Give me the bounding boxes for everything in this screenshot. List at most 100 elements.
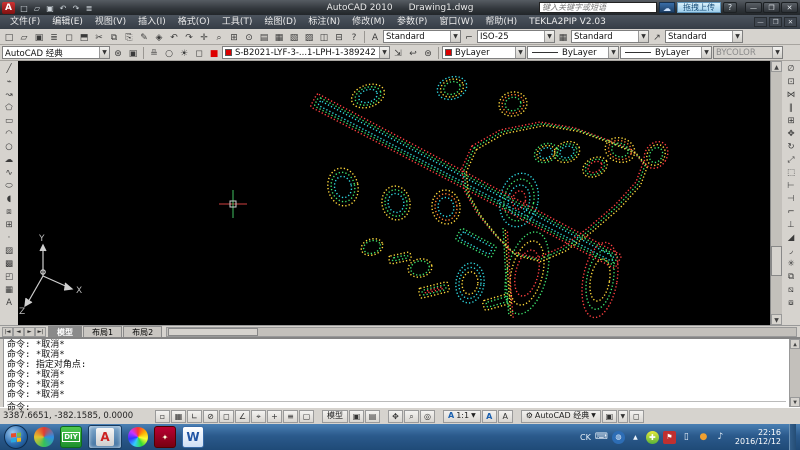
redo-icon[interactable]: ↷ [70, 2, 82, 14]
join-icon[interactable]: ⊥ [784, 218, 799, 231]
status-menu-icon[interactable]: ▼ [618, 410, 628, 423]
qp-toggle[interactable]: ▢ [299, 410, 314, 423]
paste-icon[interactable]: ⎘ [122, 30, 136, 44]
taskbar-autocad-button[interactable]: A [88, 425, 122, 449]
fillet-icon[interactable]: ◞ [784, 244, 799, 257]
layer-previous-icon[interactable]: ↩ [406, 46, 420, 60]
clean-screen-icon[interactable]: ◻ [629, 410, 644, 423]
zoom-icon[interactable]: ⌕ [404, 410, 419, 423]
menu-view[interactable]: 视图(V) [89, 15, 132, 29]
pan-icon[interactable]: ✛ [197, 30, 211, 44]
keyboard-icon[interactable]: ⌨ [595, 431, 608, 444]
hatch-icon[interactable]: ▨ [2, 244, 17, 257]
horizontal-scrollbar[interactable] [166, 327, 797, 337]
doc-minimize-button[interactable]: — [754, 17, 767, 27]
vscroll-track[interactable] [771, 72, 782, 314]
layout-icon[interactable]: ▣ [349, 410, 364, 423]
first-tab-icon[interactable]: |◄ [2, 327, 13, 337]
multiline-text-icon[interactable]: A [2, 296, 17, 309]
color-combo[interactable]: ByLayer▼ [442, 46, 526, 59]
menu-insert[interactable]: 插入(I) [132, 15, 172, 29]
save-icon[interactable]: ▣ [44, 2, 56, 14]
mleader-style-combo[interactable]: Standard▼ [665, 30, 743, 43]
toolbar-lock-icon[interactable]: ▣ [602, 410, 617, 423]
rotate-icon[interactable]: ↻ [784, 140, 799, 153]
scroll-up-icon[interactable]: ▲ [790, 339, 800, 349]
menu-window[interactable]: 窗口(W) [433, 15, 479, 29]
help-button[interactable]: ? [723, 2, 737, 13]
taskbar-red-app-icon[interactable]: ✦ [154, 426, 176, 448]
polyline-icon[interactable]: ↝ [2, 88, 17, 101]
erase-icon[interactable]: ∅ [784, 62, 799, 75]
plot-preview-icon[interactable]: ◻ [62, 30, 76, 44]
text-style-icon[interactable]: A [368, 30, 382, 44]
make-current-layer-icon[interactable]: ⇲ [391, 46, 405, 60]
layer-on-icon[interactable]: ○ [162, 46, 176, 60]
close-button[interactable]: ✕ [781, 2, 798, 13]
spline-icon[interactable]: ∿ [2, 166, 17, 179]
undo-icon[interactable]: ↶ [57, 2, 69, 14]
stretch-icon[interactable]: ⬚ [784, 166, 799, 179]
show-desktop-button[interactable] [789, 424, 796, 450]
open-icon[interactable]: ▱ [31, 2, 43, 14]
polygon-icon[interactable]: ⬠ [2, 101, 17, 114]
pan-icon[interactable]: ✥ [388, 410, 403, 423]
block-editor-icon[interactable]: ◈ [152, 30, 166, 44]
redo-icon[interactable]: ↷ [182, 30, 196, 44]
chevron-down-icon[interactable]: ▼ [515, 47, 525, 58]
markup-icon[interactable]: ◫ [317, 30, 331, 44]
revision-cloud-icon[interactable]: ☁ [2, 153, 17, 166]
dim-style-combo[interactable]: ISO-25▼ [477, 30, 555, 43]
start-button[interactable] [4, 425, 28, 449]
annotation-autoscale-icon[interactable]: A [498, 410, 513, 423]
linetype-combo[interactable]: ByLayer▼ [527, 46, 619, 59]
zoom-realtime-icon[interactable]: ⌕ [212, 30, 226, 44]
scroll-down-icon[interactable]: ▼ [771, 314, 782, 325]
publish-icon[interactable]: ⬒ [77, 30, 91, 44]
table-style-icon[interactable]: ▦ [556, 30, 570, 44]
security-shield-icon[interactable]: ✚ [646, 431, 659, 444]
last-tab-icon[interactable]: ►| [35, 327, 46, 337]
device-icon[interactable]: ▯ [680, 431, 693, 444]
taskbar-swirl-app-icon[interactable] [34, 427, 54, 447]
ellipse-icon[interactable]: ⬭ [2, 179, 17, 192]
taskbar-pinwheel-app-icon[interactable] [128, 427, 148, 447]
workspace-switch-button[interactable]: ⚙AutoCAD 经典▼ [521, 410, 601, 423]
chevron-down-icon[interactable]: ▼ [544, 31, 554, 42]
osnap-toggle[interactable]: ◻ [219, 410, 234, 423]
tab-layout1[interactable]: 布局1 [83, 326, 122, 337]
region-icon[interactable]: ◰ [2, 270, 17, 283]
menu-edit[interactable]: 编辑(E) [46, 15, 89, 29]
point-icon[interactable]: · [2, 231, 17, 244]
annotation-scale-button[interactable]: A1:1▼ [443, 410, 481, 423]
dim-style-icon[interactable]: ⌐ [462, 30, 476, 44]
menu-dimension[interactable]: 标注(N) [302, 15, 346, 29]
layer-properties-icon[interactable]: ≞ [147, 46, 161, 60]
chevron-down-icon[interactable]: ▼ [608, 47, 618, 58]
trim-icon[interactable]: ⊢ [784, 179, 799, 192]
plot-icon[interactable]: ≣ [47, 30, 61, 44]
help-icon[interactable]: ? [347, 30, 361, 44]
new-icon[interactable]: □ [18, 2, 30, 14]
cut-icon[interactable]: ✂ [92, 30, 106, 44]
prev-tab-icon[interactable]: ◄ [13, 327, 24, 337]
line-icon[interactable]: ╱ [2, 62, 17, 75]
minimize-button[interactable]: — [745, 2, 762, 13]
quickcalc-icon[interactable]: ⊟ [332, 30, 346, 44]
dyn-toggle[interactable]: + [267, 410, 282, 423]
chevron-down-icon[interactable]: ▼ [732, 31, 742, 42]
chevron-down-icon[interactable]: ▼ [379, 47, 389, 58]
offset-icon[interactable]: ∥ [784, 101, 799, 114]
extend-icon[interactable]: ⊣ [784, 192, 799, 205]
drag-upload-button[interactable]: 拖拽上传 [677, 2, 721, 13]
menu-help[interactable]: 帮助(H) [479, 15, 523, 29]
grid-toggle[interactable]: ▦ [171, 410, 186, 423]
explode-icon[interactable]: ✳ [784, 257, 799, 270]
ducs-toggle[interactable]: ⌖ [251, 410, 266, 423]
mirror-icon[interactable]: ⋈ [784, 88, 799, 101]
layer-lock-icon[interactable]: ◻ [192, 46, 206, 60]
action-center-flag-icon[interactable]: ⚑ [663, 431, 676, 444]
doc-restore-button[interactable]: ❐ [769, 17, 782, 27]
new-icon[interactable]: □ [2, 30, 16, 44]
chevron-down-icon[interactable]: ▼ [701, 47, 711, 58]
